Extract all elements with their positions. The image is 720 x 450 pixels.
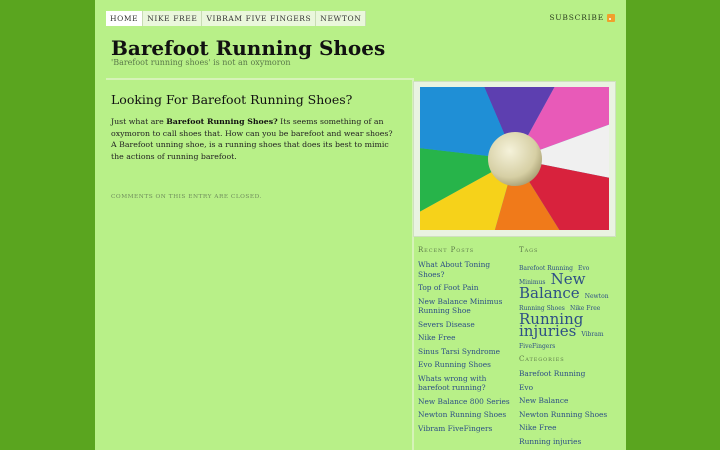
recent-posts-title: Recent Posts [418,246,475,254]
recent-post-item[interactable]: Sinus Tarsi Syndrome [418,347,513,357]
recent-post-item[interactable]: Severs Disease [418,320,513,330]
content-divider [106,78,412,80]
recent-post-item[interactable]: Nike Free [418,333,513,343]
categories-title: Categories [519,355,565,363]
category-item[interactable]: Newton Running Shoes [519,410,614,420]
nav-newton[interactable]: Newton [316,11,367,26]
recent-post-item[interactable]: What About Toning Shoes? [418,260,513,279]
recent-post-item[interactable]: Top of Foot Pain [418,283,513,293]
categories-list: Barefoot Running Evo New Balance Newton … [519,369,614,450]
subscribe-link[interactable]: Subscribe [549,13,615,22]
recent-post-item[interactable]: Whats wrong with barefoot running? [418,374,513,393]
category-item[interactable]: New Balance [519,396,614,406]
nav-vibram-five-fingers[interactable]: Vibram Five Fingers [202,11,317,26]
site-description: 'Barefoot running shoes' is not an oxymo… [111,58,291,67]
recent-post-item[interactable]: New Balance 800 Series [418,397,513,407]
subscribe-label: Subscribe [549,13,604,22]
recent-post-item[interactable]: New Balance Minimus Running Shoe [418,297,513,316]
nav-nike-free[interactable]: Nike Free [143,11,203,26]
category-item[interactable]: Nike Free [519,423,614,433]
recent-post-item[interactable]: Evo Running Shoes [418,360,513,370]
tag-cloud: Barefoot Running Evo Minimus New Balance… [519,261,611,351]
post-title[interactable]: Looking For Barefoot Running Shoes? [111,92,352,107]
post-meta: Comments on this entry are closed. [111,194,262,200]
post-lead-bold: Barefoot Running Shoes? [166,117,278,126]
page-container: Home Nike Free Vibram Five Fingers Newto… [95,0,626,450]
recent-posts-list: What About Toning Shoes? Top of Foot Pai… [418,260,513,437]
rss-icon [607,13,615,22]
post-body: Just what are Barefoot Running Shoes? It… [111,116,397,162]
header-image-frame [413,81,616,237]
top-nav: Home Nike Free Vibram Five Fingers Newto… [106,11,367,26]
site-title[interactable]: Barefoot Running Shoes [111,36,385,60]
category-item[interactable]: Evo [519,383,614,393]
post-lead-prefix: Just what are [111,117,167,126]
tag-link[interactable]: Running injuries [519,310,583,340]
nav-home[interactable]: Home [106,11,144,26]
tags-title: Tags [519,246,539,254]
recent-post-item[interactable]: Newton Running Shoes [418,410,513,420]
pinwheel-ball-image [420,87,609,230]
recent-post-item[interactable]: Vibram FiveFingers [418,424,513,434]
category-item[interactable]: Barefoot Running [519,369,614,379]
category-item[interactable]: Running injuries [519,437,614,447]
tag-link[interactable]: New Balance [519,270,585,302]
